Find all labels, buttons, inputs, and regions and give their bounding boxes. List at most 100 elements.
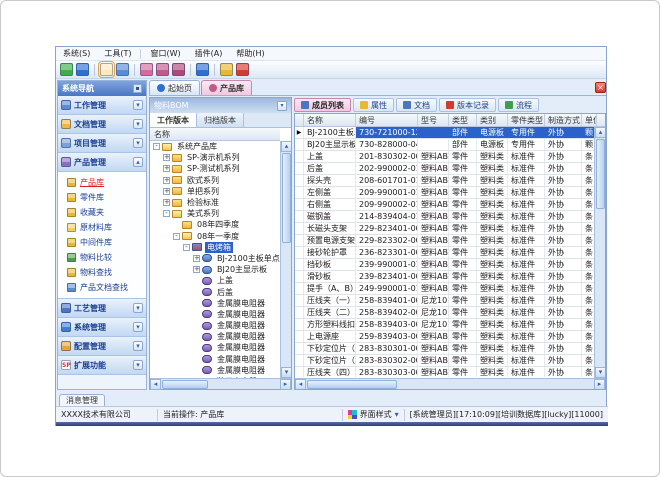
cell[interactable]: 塑料ABS: [418, 187, 449, 198]
cell[interactable]: 外协: [545, 331, 582, 342]
tree-list-icon[interactable]: [116, 63, 129, 76]
cell[interactable]: 接砂轮护罩: [304, 247, 356, 258]
tab-起始页[interactable]: 起始页: [149, 80, 200, 95]
cell[interactable]: 标准件: [508, 163, 545, 174]
message-manager-tab[interactable]: 消息管理: [59, 394, 105, 406]
cell[interactable]: 塑料类: [477, 247, 508, 258]
cell[interactable]: 零件: [449, 235, 477, 246]
cell[interactable]: 电源板: [477, 127, 508, 138]
tree-tab-归档版本[interactable]: 归档版本: [197, 113, 244, 127]
cell[interactable]: 外协: [545, 247, 582, 258]
cell[interactable]: 塑料类: [477, 235, 508, 246]
cell[interactable]: 零件: [449, 319, 477, 330]
cell[interactable]: 下砂定位片（右）: [304, 355, 356, 366]
cell[interactable]: 塑料ABS: [418, 331, 449, 342]
chevron-down-icon[interactable]: ▾: [133, 341, 143, 351]
cell[interactable]: 零件: [449, 247, 477, 258]
scroll-down-icon[interactable]: ▾: [595, 367, 605, 378]
tree-column-header[interactable]: 名称: [150, 128, 280, 141]
cell[interactable]: 尼龙1010: [418, 307, 449, 318]
cell[interactable]: BJ-2100主板单点: [304, 127, 356, 138]
tree-node[interactable]: +检验标准: [150, 197, 280, 208]
sidebar-item-零件库[interactable]: 零件库: [58, 190, 146, 205]
chevron-down-icon[interactable]: ▾: [133, 119, 143, 129]
cell[interactable]: 条: [582, 211, 594, 222]
cell[interactable]: 214-839404-01E: [356, 211, 418, 222]
cell[interactable]: 标准件: [508, 211, 545, 222]
sidebar-item-产品文档查找[interactable]: 产品文档查找: [58, 280, 146, 295]
tree-vertical-scrollbar[interactable]: ▴ ▾: [280, 141, 291, 378]
scroll-right-icon[interactable]: ▸: [594, 379, 605, 390]
close-icon[interactable]: ×: [595, 82, 606, 93]
expand-icon[interactable]: +: [163, 154, 170, 161]
ui-style-dropdown[interactable]: 界面样式 ▾: [343, 409, 405, 421]
scroll-left-icon[interactable]: ◂: [295, 379, 306, 390]
menu-item-3[interactable]: 窗口(W): [143, 47, 187, 60]
sidebar-item-中间件库[interactable]: 中间件库: [58, 235, 146, 250]
chevron-down-icon[interactable]: ▾: [133, 138, 143, 148]
table-row[interactable]: 右侧盖209-990002-01E塑料ABS零件塑料类标准件外协条: [295, 199, 594, 211]
cell[interactable]: 塑料类: [477, 355, 508, 366]
cell[interactable]: 零件: [449, 223, 477, 234]
menu-item-1[interactable]: 系统(S): [56, 47, 97, 60]
cell[interactable]: 颗: [582, 127, 594, 138]
table-row[interactable]: 探头壳208-601701-01E塑料ABS零件塑料类标准件外协条: [295, 175, 594, 187]
chevron-down-icon[interactable]: ▾: [133, 100, 143, 110]
monitor-icon[interactable]: [60, 63, 73, 76]
table-row[interactable]: 预置电源支架229-823302-00E塑料ABS零件塑料类标准件外协条: [295, 235, 594, 247]
cell[interactable]: 塑料类: [477, 211, 508, 222]
exit-icon[interactable]: [236, 63, 249, 76]
cell[interactable]: 标准件: [508, 331, 545, 342]
cell[interactable]: 挡砂板: [304, 259, 356, 270]
cell[interactable]: 条: [582, 175, 594, 186]
cell[interactable]: 部件: [449, 139, 477, 150]
cell[interactable]: 塑料类: [477, 307, 508, 318]
cell[interactable]: 258-839403-00E: [356, 319, 418, 330]
cell[interactable]: 条: [582, 271, 594, 282]
cell[interactable]: 塑料类: [477, 295, 508, 306]
table-horizontal-scrollbar[interactable]: ◂ ▸: [295, 378, 605, 389]
expand-icon[interactable]: +: [163, 177, 170, 184]
cell[interactable]: 标准件: [508, 343, 545, 354]
cell[interactable]: 外协: [545, 319, 582, 330]
cell[interactable]: 零件: [449, 163, 477, 174]
cell[interactable]: 201-830302-00E: [356, 151, 418, 162]
cell[interactable]: 零件: [449, 175, 477, 186]
globe-icon[interactable]: [76, 63, 89, 76]
cell[interactable]: 标准件: [508, 295, 545, 306]
cell[interactable]: 零件: [449, 307, 477, 318]
cell[interactable]: 外协: [545, 259, 582, 270]
sidebar-group-项目管理[interactable]: 项目管理▾: [58, 134, 146, 153]
tree-node[interactable]: -美式系列: [150, 208, 280, 219]
content-tab-成员列表[interactable]: 成员列表: [294, 98, 351, 112]
cell[interactable]: 零件: [449, 199, 477, 210]
cell[interactable]: 零件: [449, 271, 477, 282]
table-row[interactable]: 后盖202-990002-01E塑料ABS零件塑料类标准件外协条: [295, 163, 594, 175]
tree-node[interactable]: +SP-演示机系列: [150, 152, 280, 163]
cell[interactable]: 202-990002-01E: [356, 163, 418, 174]
expand-icon[interactable]: +: [163, 165, 170, 172]
cell[interactable]: 零件: [449, 331, 477, 342]
cell[interactable]: 外协: [545, 163, 582, 174]
cell[interactable]: 标准件: [508, 259, 545, 270]
cell[interactable]: 磁钢盖: [304, 211, 356, 222]
cell[interactable]: 258-839402-00E: [356, 307, 418, 318]
table-row[interactable]: 上电源座259-839403-00E塑料ABS零件塑料类标准件外协条: [295, 331, 594, 343]
cell[interactable]: 259-839403-00E: [356, 331, 418, 342]
tree-node[interactable]: +上盖: [150, 275, 280, 286]
cell[interactable]: 塑料类: [477, 175, 508, 186]
scroll-right-icon[interactable]: ▸: [280, 379, 291, 390]
tree-node[interactable]: +SP-测试机系列: [150, 163, 280, 174]
cell[interactable]: 零件: [449, 259, 477, 270]
cell[interactable]: 尼龙1010: [418, 295, 449, 306]
scroll-down-icon[interactable]: ▾: [281, 367, 291, 378]
cell[interactable]: 标准件: [508, 187, 545, 198]
cell[interactable]: 零件: [449, 343, 477, 354]
tree-vscroll-thumb[interactable]: [282, 153, 291, 243]
content-tab-文档[interactable]: 文档: [396, 98, 437, 112]
cell[interactable]: 外协: [545, 187, 582, 198]
sidebar-group-扩展功能[interactable]: SP扩展功能▾: [58, 356, 146, 375]
cell[interactable]: 塑料ABS: [418, 163, 449, 174]
cell[interactable]: 条: [582, 307, 594, 318]
cell[interactable]: 标准件: [508, 319, 545, 330]
